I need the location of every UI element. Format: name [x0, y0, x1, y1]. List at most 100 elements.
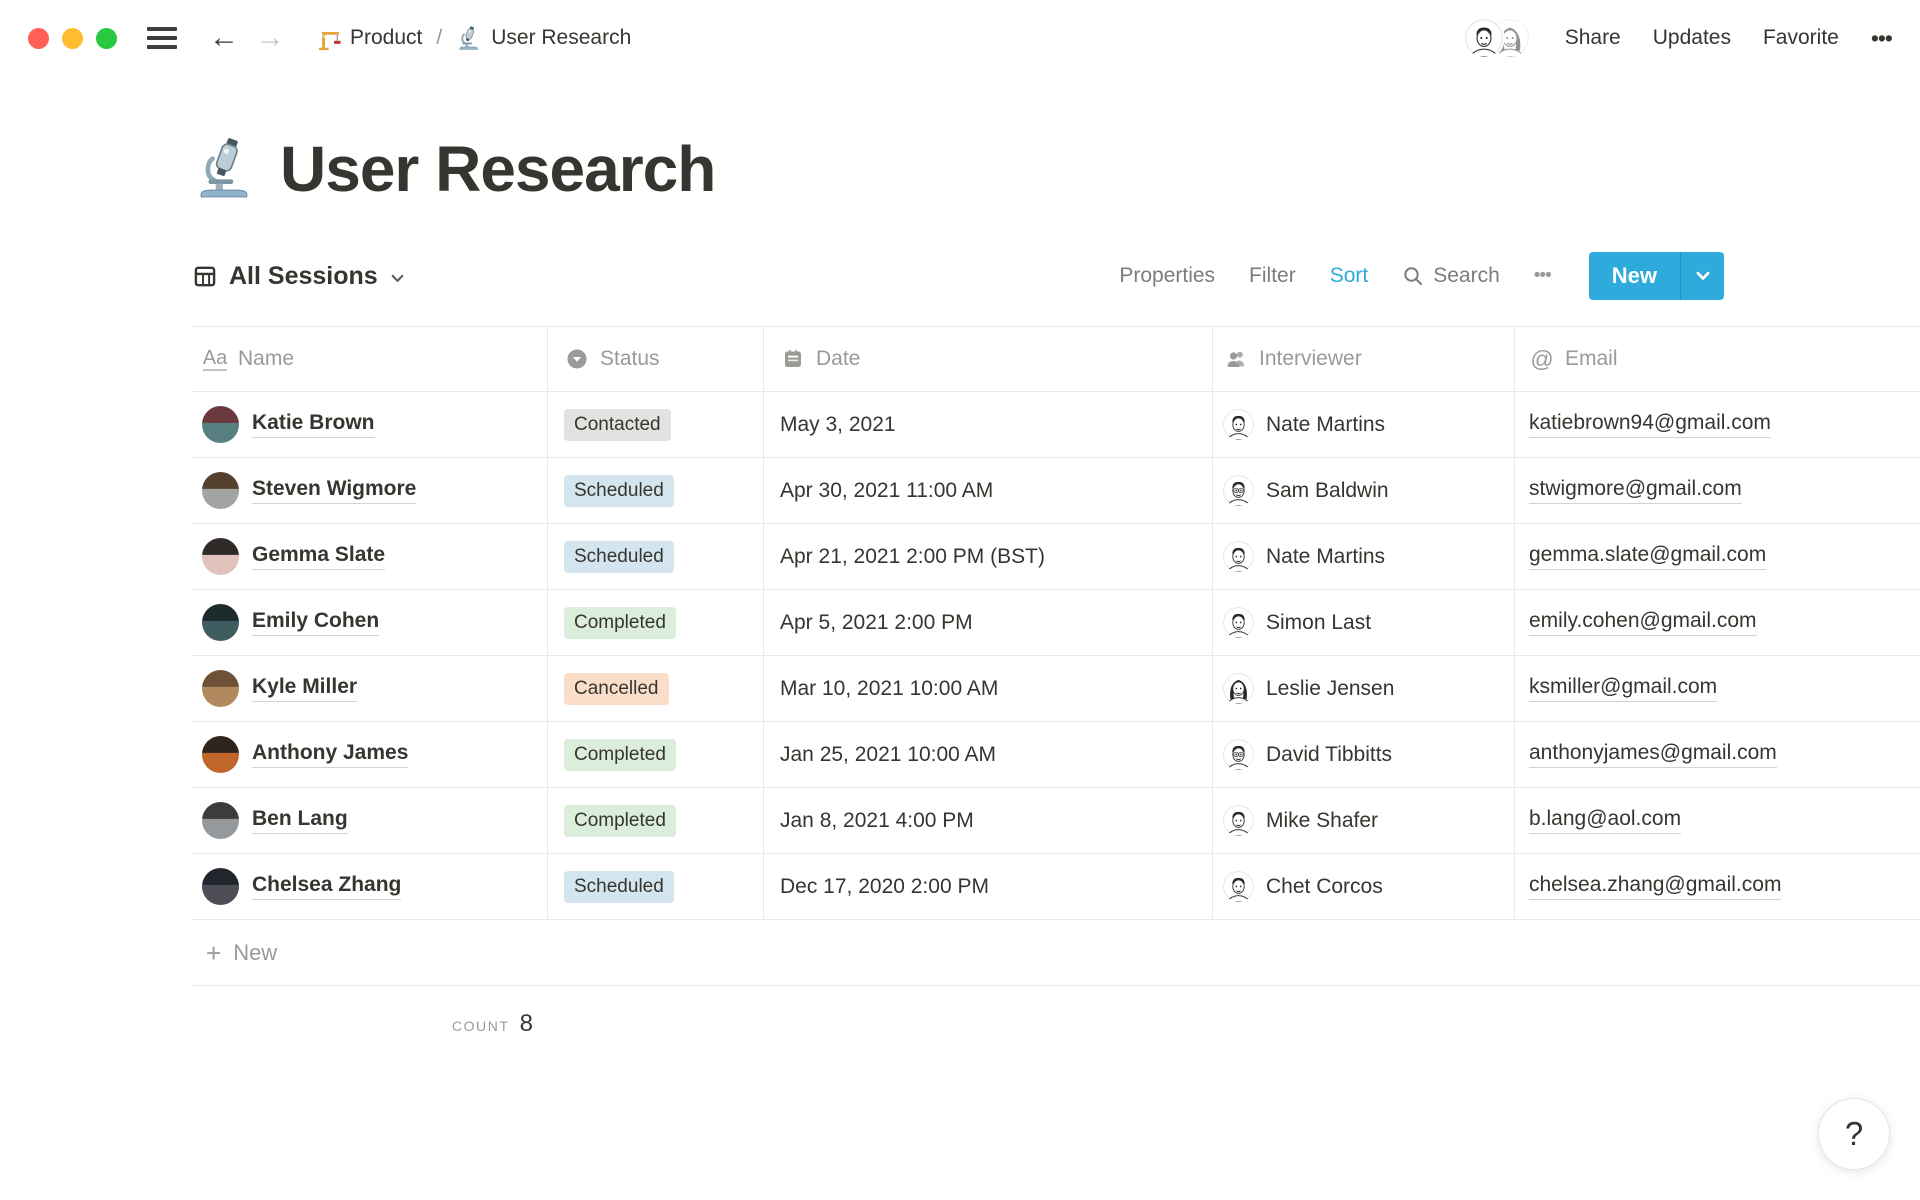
date-cell[interactable]: Jan 25, 2021 10:00 AM: [763, 722, 1212, 787]
search-button[interactable]: Search: [1402, 264, 1500, 288]
share-button[interactable]: Share: [1565, 26, 1621, 50]
column-header-date[interactable]: Date: [763, 327, 1212, 391]
properties-button[interactable]: Properties: [1119, 264, 1215, 288]
name-cell[interactable]: Gemma Slate: [192, 524, 547, 589]
person-name-link[interactable]: Emily Cohen: [252, 609, 380, 636]
calendar-icon: [780, 347, 806, 371]
name-cell[interactable]: Ben Lang: [192, 788, 547, 853]
traffic-light-minimize[interactable]: [62, 27, 83, 49]
status-cell[interactable]: Completed: [547, 590, 763, 655]
page-microscope-icon[interactable]: [192, 136, 258, 202]
status-badge[interactable]: Scheduled: [564, 870, 674, 903]
email-cell[interactable]: gemma.slate@gmail.com: [1514, 524, 1920, 589]
name-cell[interactable]: Chelsea Zhang: [192, 854, 547, 919]
date-cell[interactable]: Apr 5, 2021 2:00 PM: [763, 590, 1212, 655]
status-badge[interactable]: Contacted: [564, 408, 671, 441]
help-button[interactable]: ?: [1818, 1098, 1890, 1170]
email-link[interactable]: gemma.slate@gmail.com: [1529, 543, 1767, 570]
date-cell[interactable]: Jan 8, 2021 4:00 PM: [763, 788, 1212, 853]
column-header-status[interactable]: Status: [547, 327, 763, 391]
status-cell[interactable]: Cancelled: [547, 656, 763, 721]
back-arrow-icon[interactable]: ←: [209, 23, 239, 53]
date-cell[interactable]: May 3, 2021: [763, 392, 1212, 457]
email-link[interactable]: stwigmore@gmail.com: [1529, 477, 1742, 504]
email-link[interactable]: chelsea.zhang@gmail.com: [1529, 873, 1782, 900]
email-link[interactable]: emily.cohen@gmail.com: [1529, 609, 1757, 636]
interviewer-cell[interactable]: Sam Baldwin: [1212, 458, 1514, 523]
status-cell[interactable]: Scheduled: [547, 524, 763, 589]
interviewer-avatar: [1223, 409, 1254, 440]
breadcrumb-item-product[interactable]: Product: [315, 25, 422, 51]
email-cell[interactable]: stwigmore@gmail.com: [1514, 458, 1920, 523]
person-name-link[interactable]: Anthony James: [252, 741, 409, 768]
email-cell[interactable]: chelsea.zhang@gmail.com: [1514, 854, 1920, 919]
email-link[interactable]: ksmiller@gmail.com: [1529, 675, 1718, 702]
interviewer-cell[interactable]: Mike Shafer: [1212, 788, 1514, 853]
email-link[interactable]: katiebrown94@gmail.com: [1529, 411, 1771, 438]
person-name-link[interactable]: Chelsea Zhang: [252, 873, 402, 900]
name-cell[interactable]: Anthony James: [192, 722, 547, 787]
person-name-link[interactable]: Kyle Miller: [252, 675, 358, 702]
email-link[interactable]: anthonyjames@gmail.com: [1529, 741, 1777, 768]
person-name-link[interactable]: Katie Brown: [252, 411, 375, 438]
status-badge[interactable]: Scheduled: [564, 540, 674, 573]
interviewer-cell[interactable]: Leslie Jensen: [1212, 656, 1514, 721]
new-button[interactable]: New: [1589, 252, 1680, 300]
status-cell[interactable]: Scheduled: [547, 854, 763, 919]
filter-button[interactable]: Filter: [1249, 264, 1296, 288]
status-badge[interactable]: Scheduled: [564, 474, 674, 507]
name-cell[interactable]: Steven Wigmore: [192, 458, 547, 523]
view-more-options-icon[interactable]: •••: [1534, 265, 1552, 287]
interviewer-cell[interactable]: Simon Last: [1212, 590, 1514, 655]
traffic-light-zoom[interactable]: [96, 27, 117, 49]
date-cell[interactable]: Apr 30, 2021 11:00 AM: [763, 458, 1212, 523]
email-cell[interactable]: ksmiller@gmail.com: [1514, 656, 1920, 721]
collaborator-avatars[interactable]: [1464, 19, 1529, 57]
status-cell[interactable]: Completed: [547, 722, 763, 787]
interviewer-cell[interactable]: Nate Martins: [1212, 392, 1514, 457]
status-cell[interactable]: Scheduled: [547, 458, 763, 523]
date-cell[interactable]: Dec 17, 2020 2:00 PM: [763, 854, 1212, 919]
interviewer-cell[interactable]: Chet Corcos: [1212, 854, 1514, 919]
new-split-button[interactable]: New: [1588, 252, 1724, 300]
updates-button[interactable]: Updates: [1653, 26, 1731, 50]
person-name-link[interactable]: Ben Lang: [252, 807, 348, 834]
email-cell[interactable]: anthonyjames@gmail.com: [1514, 722, 1920, 787]
name-cell[interactable]: Emily Cohen: [192, 590, 547, 655]
column-header-email[interactable]: @ Email: [1514, 327, 1920, 391]
email-link[interactable]: b.lang@aol.com: [1529, 807, 1682, 834]
date-value: Dec 17, 2020 2:00 PM: [780, 874, 989, 898]
status-badge[interactable]: Cancelled: [564, 672, 669, 705]
email-cell[interactable]: emily.cohen@gmail.com: [1514, 590, 1920, 655]
status-badge[interactable]: Completed: [564, 804, 676, 837]
count-row[interactable]: COUNT 8: [192, 986, 547, 1038]
status-cell[interactable]: Contacted: [547, 392, 763, 457]
status-badge[interactable]: Completed: [564, 606, 676, 639]
column-header-name[interactable]: Aa Name: [192, 327, 547, 391]
traffic-light-close[interactable]: [28, 27, 49, 49]
date-cell[interactable]: Apr 21, 2021 2:00 PM (BST): [763, 524, 1212, 589]
interviewer-cell[interactable]: Nate Martins: [1212, 524, 1514, 589]
favorite-button[interactable]: Favorite: [1763, 26, 1839, 50]
page-title[interactable]: User Research: [280, 132, 716, 206]
date-cell[interactable]: Mar 10, 2021 10:00 AM: [763, 656, 1212, 721]
column-header-interviewer[interactable]: Interviewer: [1212, 327, 1514, 391]
new-row-button[interactable]: + New: [192, 920, 1920, 986]
person-name-link[interactable]: Gemma Slate: [252, 543, 386, 570]
forward-arrow-icon[interactable]: →: [255, 23, 285, 53]
email-cell[interactable]: b.lang@aol.com: [1514, 788, 1920, 853]
sidebar-menu-icon[interactable]: [147, 27, 177, 49]
name-cell[interactable]: Katie Brown: [192, 392, 547, 457]
new-dropdown-button[interactable]: [1680, 252, 1724, 300]
name-cell[interactable]: Kyle Miller: [192, 656, 547, 721]
person-name-link[interactable]: Steven Wigmore: [252, 477, 417, 504]
view-switcher[interactable]: All Sessions: [192, 262, 406, 291]
more-options-icon[interactable]: •••: [1871, 25, 1893, 52]
breadcrumb-item-user-research[interactable]: User Research: [456, 25, 631, 52]
collaborator-avatar[interactable]: [1464, 19, 1503, 57]
email-cell[interactable]: katiebrown94@gmail.com: [1514, 392, 1920, 457]
sort-button[interactable]: Sort: [1330, 264, 1369, 288]
status-cell[interactable]: Completed: [547, 788, 763, 853]
status-badge[interactable]: Completed: [564, 738, 676, 771]
interviewer-cell[interactable]: David Tibbitts: [1212, 722, 1514, 787]
